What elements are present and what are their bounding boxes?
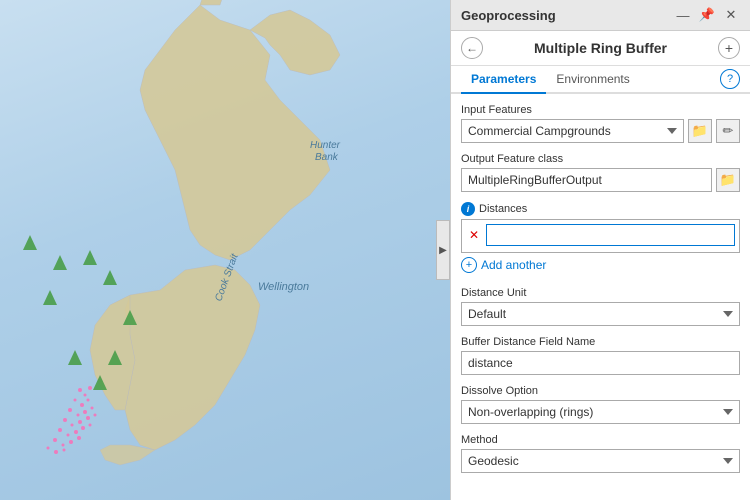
distances-info-icon[interactable]: i (461, 202, 475, 216)
distance-unit-group: Distance Unit Default Meters Kilometers … (461, 287, 740, 326)
input-features-pencil-button[interactable]: ✏ (716, 119, 740, 143)
svg-text:Bank: Bank (315, 152, 339, 163)
pin-button[interactable]: 📌 (698, 6, 716, 24)
back-button[interactable]: ← (461, 37, 483, 59)
output-folder-button[interactable]: 📁 (716, 168, 740, 192)
distance-unit-label: Distance Unit (461, 287, 740, 299)
tabs-bar: Parameters Environments ? (451, 66, 750, 94)
panel-header: Geoprocessing — 📌 ✕ (451, 0, 750, 31)
add-button[interactable]: + (718, 37, 740, 59)
svg-text:Hunter: Hunter (310, 140, 341, 151)
map-area: Wellington Hunter Bank Cook Strait (0, 0, 450, 500)
tool-title: Multiple Ring Buffer (483, 40, 718, 56)
distances-label: i Distances (461, 202, 740, 216)
method-label: Method (461, 434, 740, 446)
distances-field: ✕ (461, 219, 740, 253)
panel-content: Input Features Commercial Campgrounds 📁 … (451, 94, 750, 500)
sub-header: ← Multiple Ring Buffer + (451, 31, 750, 66)
tab-parameters[interactable]: Parameters (461, 66, 546, 94)
remove-distance-button[interactable]: ✕ (466, 227, 482, 243)
svg-text:Wellington: Wellington (258, 281, 309, 293)
output-feature-class-group: Output Feature class 📁 (461, 153, 740, 192)
input-features-row: Commercial Campgrounds 📁 ✏ (461, 119, 740, 143)
minimize-button[interactable]: — (674, 6, 692, 24)
dissolve-option-label: Dissolve Option (461, 385, 740, 397)
method-select[interactable]: Geodesic Planar (461, 449, 740, 473)
dissolve-option-group: Dissolve Option Non-overlapping (rings) … (461, 385, 740, 424)
tab-environments[interactable]: Environments (546, 66, 639, 94)
add-another-button[interactable]: + Add another (461, 253, 740, 277)
buffer-distance-field-name-group: Buffer Distance Field Name (461, 336, 740, 375)
add-another-circle-icon: + (461, 257, 477, 273)
distance-unit-select[interactable]: Default Meters Kilometers Miles Feet (461, 302, 740, 326)
distances-group: i Distances ✕ + Add another (461, 202, 740, 277)
buffer-distance-field-name-label: Buffer Distance Field Name (461, 336, 740, 348)
output-feature-class-row: 📁 (461, 168, 740, 192)
distance-row: ✕ (466, 224, 735, 246)
input-features-group: Input Features Commercial Campgrounds 📁 … (461, 104, 740, 143)
panel-title: Geoprocessing (461, 8, 556, 23)
collapse-panel-button[interactable]: ▶ (436, 220, 450, 280)
help-button[interactable]: ? (720, 69, 740, 89)
geoprocessing-panel: Geoprocessing — 📌 ✕ ← Multiple Ring Buff… (450, 0, 750, 500)
map-svg: Wellington Hunter Bank Cook Strait (0, 0, 450, 500)
input-features-select[interactable]: Commercial Campgrounds (461, 119, 684, 143)
output-feature-class-input[interactable] (461, 168, 712, 192)
dissolve-option-select[interactable]: Non-overlapping (rings) All None (461, 400, 740, 424)
input-features-label: Input Features (461, 104, 740, 116)
buffer-distance-field-name-input[interactable] (461, 351, 740, 375)
distance-input[interactable] (486, 224, 735, 246)
input-features-folder-button[interactable]: 📁 (688, 119, 712, 143)
method-group: Method Geodesic Planar (461, 434, 740, 473)
panel-header-icons: — 📌 ✕ (674, 6, 740, 24)
output-feature-class-label: Output Feature class (461, 153, 740, 165)
close-button[interactable]: ✕ (722, 6, 740, 24)
